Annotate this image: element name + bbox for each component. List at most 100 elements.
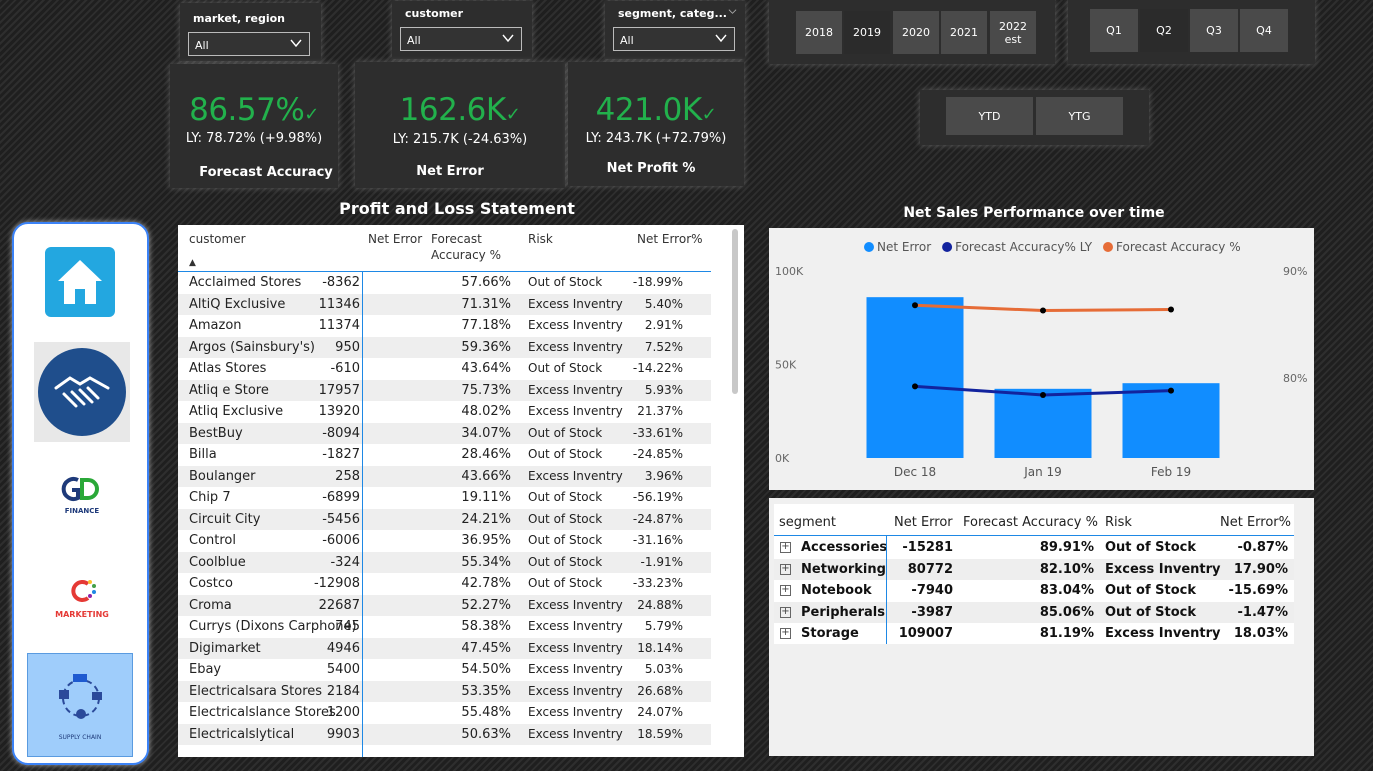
net-error-cell: -1827 [322,447,360,462]
table-row[interactable]: Control -6006 36.95% Out of Stock -31.16% [178,530,711,552]
kpi-value: 421.0K✓ [595,92,717,128]
quarter-q3-button[interactable]: Q3 [1190,9,1238,52]
quarter-q2-button[interactable]: Q2 [1140,9,1188,52]
net-error-cell: 258 [335,468,360,484]
forecast-accuracy-cell: 85.06% [1039,604,1094,620]
table-row[interactable]: Amazon 11374 77.18% Excess Inventry 2.91% [178,315,711,337]
segment-category-dropdown[interactable]: All [613,27,735,51]
table-row[interactable]: Ebay 5400 54.50% Excess Inventry 5.03% [178,659,711,681]
quarter-q1-button[interactable]: Q1 [1090,9,1138,52]
sort-ascending-icon[interactable]: ▲ [189,255,196,271]
year-2021-button[interactable]: 2021 [941,11,987,54]
table-row[interactable]: Croma 22687 52.27% Excess Inventry 24.88% [178,594,711,616]
filter-segment-category: segment, categ... All [605,1,745,59]
year-2019-button[interactable]: 2019 [844,11,890,54]
table-row[interactable]: Boulanger 258 43.66% Excess Inventry 3.96% [178,465,711,487]
table-row[interactable]: Argos (Sainsbury's) 950 59.36% Excess Inven… [178,336,711,358]
col-header-risk[interactable]: Risk [528,231,553,247]
table-row[interactable]: + Networking 80772 82.10% Excess Inventry 17.… [774,558,1294,580]
customer-cell: Ebay [189,662,222,677]
forecast-accuracy-cell: 55.48% [461,705,511,720]
scrollbar-thumb[interactable] [732,229,738,394]
finance-label: FINANCE [64,507,100,515]
customer-cell: Circuit City [189,511,261,527]
year-2022-est-button[interactable]: 2022 est [990,11,1036,54]
finance-logo-icon [61,477,99,501]
chevron-down-icon[interactable] [728,7,737,16]
col-header-net-error[interactable]: Net Error [368,231,422,247]
kpi-title: Net Error [416,164,484,179]
quarter-q4-button[interactable]: Q4 [1240,9,1288,52]
year-2018-button[interactable]: 2018 [796,11,842,54]
expand-icon[interactable]: + [780,542,791,553]
table-row[interactable]: Chip 7 -6899 19.11% Out of Stock -56.19% [178,487,711,509]
risk-cell: Out of Stock [528,554,603,569]
check-icon: ✓ [304,104,319,125]
net-error-cell: 950 [335,339,360,355]
forecast-accuracy-cell: 43.64% [461,361,511,376]
table-row[interactable]: + Storage 109007 81.19% Excess Inventry 18.03… [774,623,1294,645]
table-row[interactable]: Electricalslance Stores 1200 55.48% Excess … [178,702,711,724]
finance-button[interactable]: FINANCE [52,472,112,522]
forecast-accuracy-cell: 42.78% [461,576,511,591]
table-row[interactable]: Atliq Exclusive 13920 48.02% Excess Inventr… [178,401,711,423]
filter-label: segment, categ... [618,7,727,20]
table-row[interactable]: Currys (Dixons Carphone) 745 58.38% Excess … [178,616,711,638]
col-header-net-error[interactable]: Net Error [894,515,953,530]
forecast-accuracy-cell: 77.18% [461,318,511,333]
expand-icon[interactable]: + [780,628,791,639]
table-row[interactable]: Costco -12908 42.78% Out of Stock -33.23% [178,573,711,595]
supply-chain-label: SUPPLY CHAIN [58,734,102,741]
table-row[interactable]: AltiQ Exclusive 11346 71.31% Excess Inventr… [178,293,711,315]
market-region-dropdown[interactable]: All [188,32,310,56]
net-error-cell: 5400 [326,662,360,677]
column-divider [362,272,363,757]
table-row[interactable]: BestBuy -8094 34.07% Out of Stock -33.61% [178,422,711,444]
col-header-forecast-accuracy[interactable]: Forecast Accuracy % [431,231,501,263]
table-row[interactable]: Circuit City -5456 24.21% Out of Stock -24.8… [178,508,711,530]
net-error-cell: -7940 [911,583,953,598]
net-error-cell: -6006 [322,533,360,548]
customer-dropdown[interactable]: All [400,27,522,51]
year-2020-button[interactable]: 2020 [893,11,939,54]
marketing-button[interactable]: MARKETING [44,576,120,626]
expand-icon[interactable]: + [780,606,791,618]
partner-button[interactable] [34,342,130,442]
left-axis-tick: 100K [775,265,804,278]
expand-icon[interactable]: + [780,563,791,575]
table-row[interactable]: Acclaimed Stores -8362 57.66% Out of Stock -… [178,272,711,294]
net-error-cell: 13920 [318,404,360,419]
col-header-forecast-accuracy[interactable]: Forecast Accuracy % [963,515,1098,530]
table-row[interactable]: Coolblue -324 55.34% Out of Stock -1.91% [178,551,711,573]
col-header-risk[interactable]: Risk [1105,515,1132,530]
table-row[interactable]: Digimarket 4946 47.45% Excess Inventry 18.14… [178,637,711,659]
customer-cell: Electricalsara Stores [189,683,323,699]
table-row[interactable]: Billa -1827 28.46% Out of Stock -24.85% [178,444,711,466]
risk-cell: Excess Inventry [1105,626,1221,641]
risk-cell: Out of Stock [1105,583,1197,598]
home-button[interactable] [45,247,115,317]
table-row[interactable]: + Peripherals -3987 85.06% Out of Stock -1.47… [774,601,1294,623]
table-row[interactable]: Atliq e Store 17957 75.73% Excess Inventry 5… [178,379,711,401]
table-row[interactable]: Electricalslytical 9903 50.63% Excess Inven… [178,723,711,745]
table-row[interactable]: Atlas Stores -610 43.64% Out of Stock -14.22… [178,358,711,380]
ytg-button[interactable]: YTG [1036,97,1123,135]
expand-icon[interactable]: + [780,585,791,596]
risk-cell: Excess Inventry [528,339,623,354]
col-header-net-error-pct[interactable]: Net Error% [637,231,703,247]
table-row[interactable]: + Notebook -7940 83.04% Out of Stock -15.69% [774,580,1294,602]
supply-chain-button[interactable]: SUPPLY CHAIN [27,653,133,757]
forecast-accuracy-cell: 19.11% [461,490,511,505]
segment-table: segment Net Error Forecast Accuracy % Ri… [774,504,1294,644]
col-header-net-error-pct[interactable]: Net Error% [1220,515,1291,530]
col-header-customer[interactable]: customer [189,231,246,247]
net-error-bar [866,297,964,458]
table-row[interactable]: + Accessories -15281 89.91% Out of Stock -0.8… [774,537,1294,559]
table-row[interactable]: Electricalsara Stores 2184 53.35% Excess In… [178,680,711,702]
kpi-net-profit: 421.0K✓ LY: 243.7K (+72.79%) Net Profit … [568,62,744,186]
series-point [1040,391,1046,398]
segment-cell: Notebook [801,583,872,598]
col-header-segment[interactable]: segment [779,515,836,530]
series-point [912,302,918,309]
ytd-button[interactable]: YTD [946,97,1033,135]
